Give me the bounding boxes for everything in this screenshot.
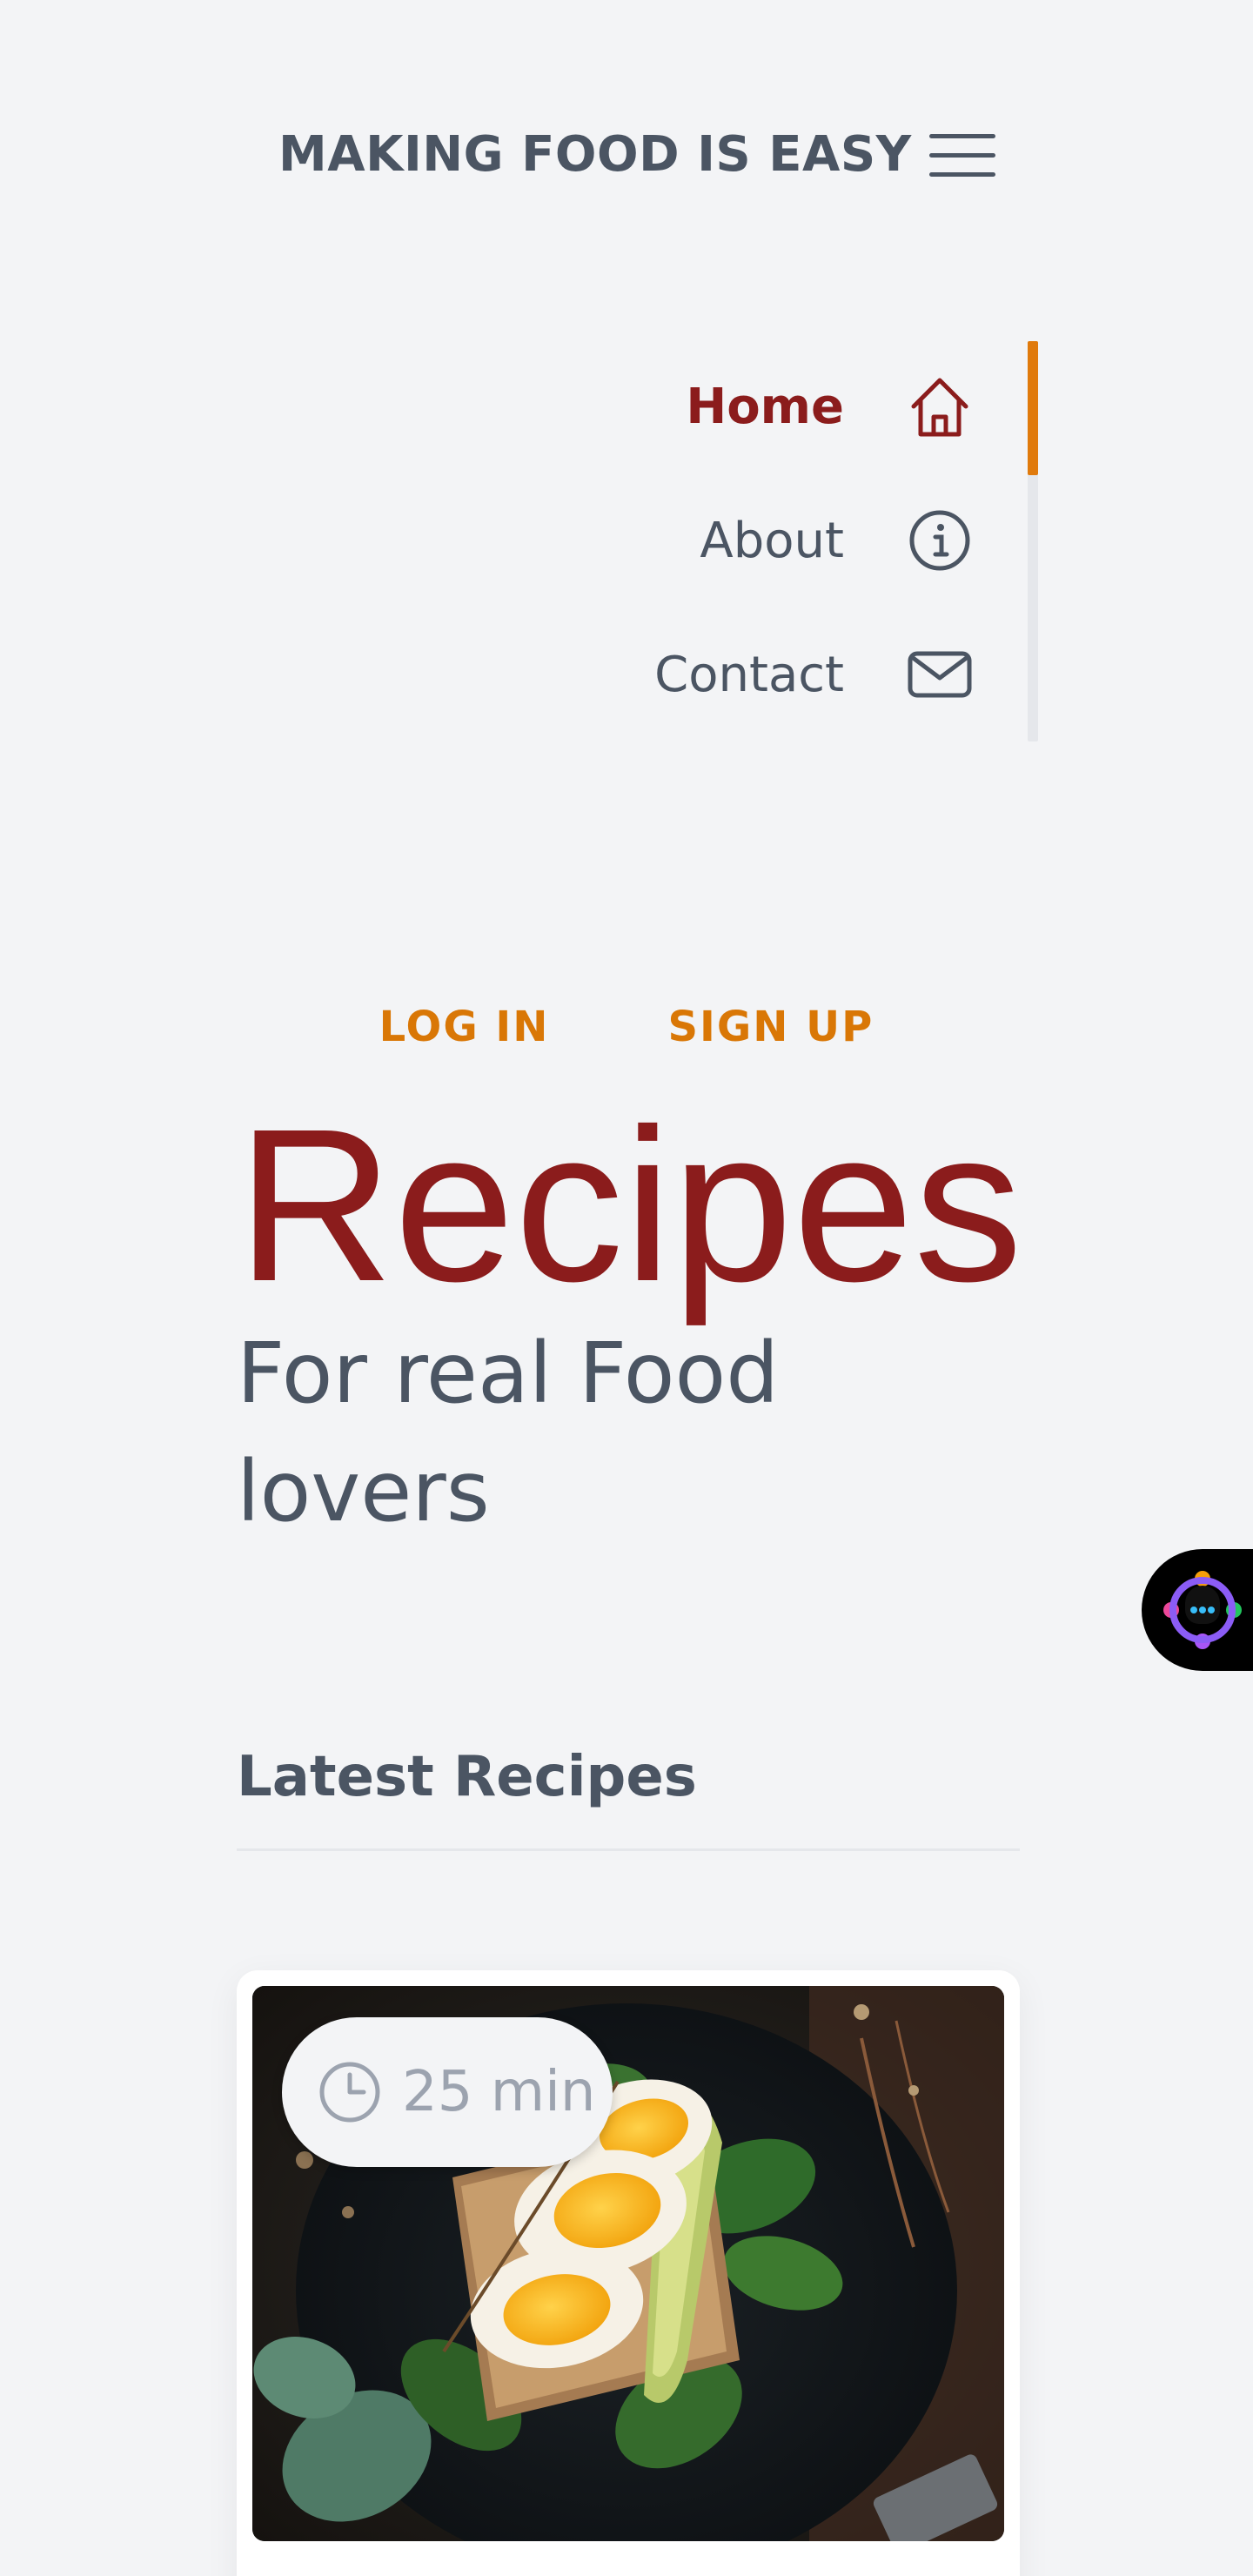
page: MAKING FOOD IS EASY Home About Contact L… bbox=[0, 0, 1253, 2576]
home-icon bbox=[911, 378, 968, 437]
cook-time-value: 25 min bbox=[402, 2060, 596, 2124]
nav-item-contact[interactable]: Contact bbox=[609, 609, 975, 740]
section-title: Latest Recipes bbox=[237, 1745, 697, 1809]
menu-button[interactable] bbox=[926, 129, 999, 181]
site-title[interactable]: MAKING FOOD IS EASY bbox=[278, 120, 912, 190]
nav-item-about[interactable]: About bbox=[609, 475, 975, 606]
nav-item-home[interactable]: Home bbox=[609, 341, 975, 472]
hero-subtitle: For real Food lovers bbox=[237, 1325, 780, 1540]
nav-active-indicator bbox=[1028, 341, 1038, 475]
auth-links: LOG IN SIGN UP bbox=[0, 1003, 1253, 1051]
nav-item-label: Home bbox=[686, 378, 844, 435]
recipe-card[interactable]: 25 min bbox=[237, 1970, 1020, 2576]
cook-time-badge: 25 min bbox=[282, 2017, 613, 2167]
chatbot-icon bbox=[1163, 1571, 1242, 1649]
clock-icon bbox=[319, 2062, 380, 2123]
nav-item-label: About bbox=[700, 512, 844, 569]
hero-title: Recipes bbox=[237, 1083, 1023, 1326]
mail-icon bbox=[908, 651, 972, 698]
chat-widget-button[interactable] bbox=[1142, 1549, 1253, 1671]
recipe-image: 25 min bbox=[252, 1986, 1004, 2541]
section-divider bbox=[237, 1848, 1020, 1851]
hamburger-icon bbox=[929, 134, 995, 177]
login-link[interactable]: LOG IN bbox=[379, 1003, 550, 1051]
nav-item-label: Contact bbox=[654, 646, 844, 703]
signup-link[interactable]: SIGN UP bbox=[667, 1003, 874, 1051]
info-icon bbox=[909, 510, 970, 571]
